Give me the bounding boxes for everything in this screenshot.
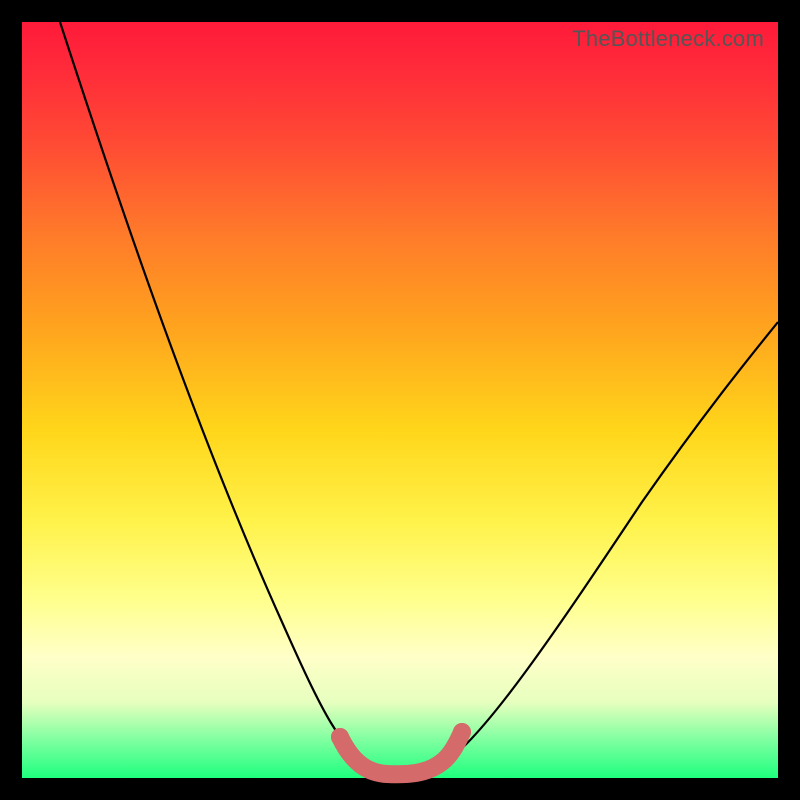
highlight-band: [340, 732, 462, 774]
bottleneck-curve: [60, 22, 778, 772]
curve-layer: [22, 22, 778, 778]
highlight-dot-right: [453, 723, 471, 741]
highlight-dot-left: [331, 728, 349, 746]
plot-area: TheBottleneck.com: [22, 22, 778, 778]
chart-frame: TheBottleneck.com: [0, 0, 800, 800]
